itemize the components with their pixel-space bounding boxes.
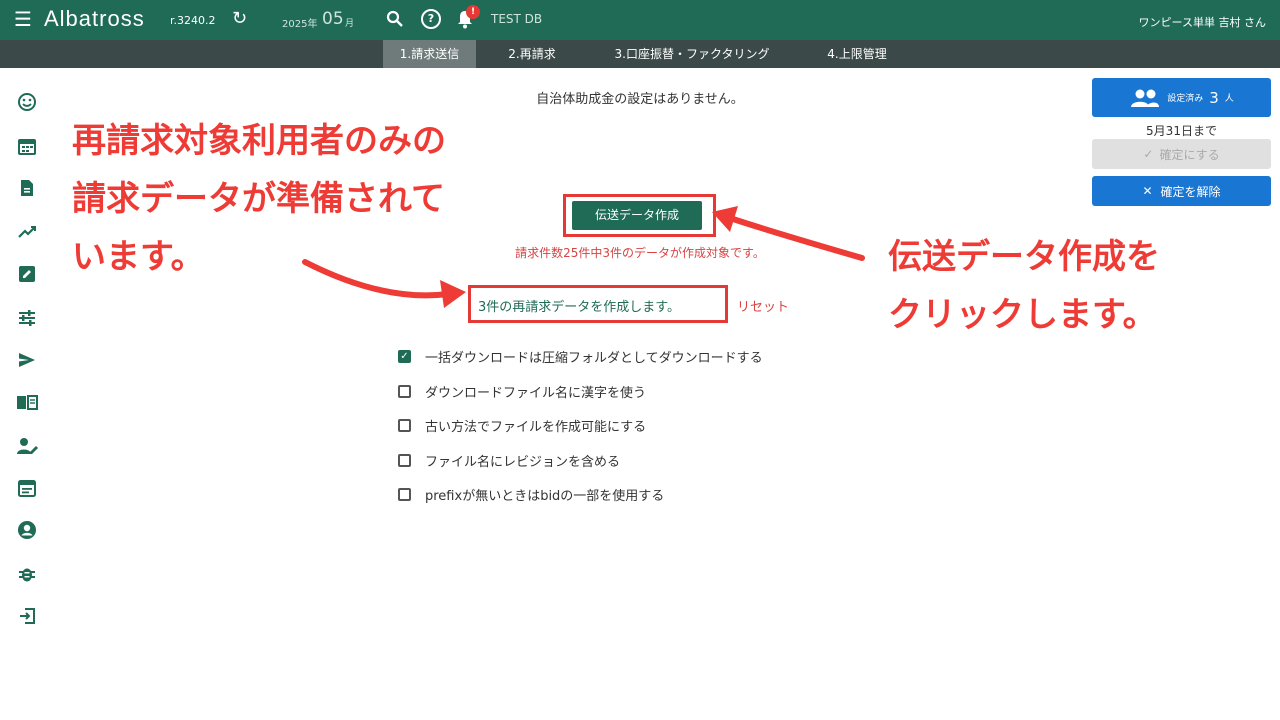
annotation-arrowhead-left [440, 280, 466, 308]
annotation-arrows [302, 206, 865, 308]
annotation-arrow-right [727, 215, 865, 261]
annotation-arrow-left [302, 259, 451, 299]
